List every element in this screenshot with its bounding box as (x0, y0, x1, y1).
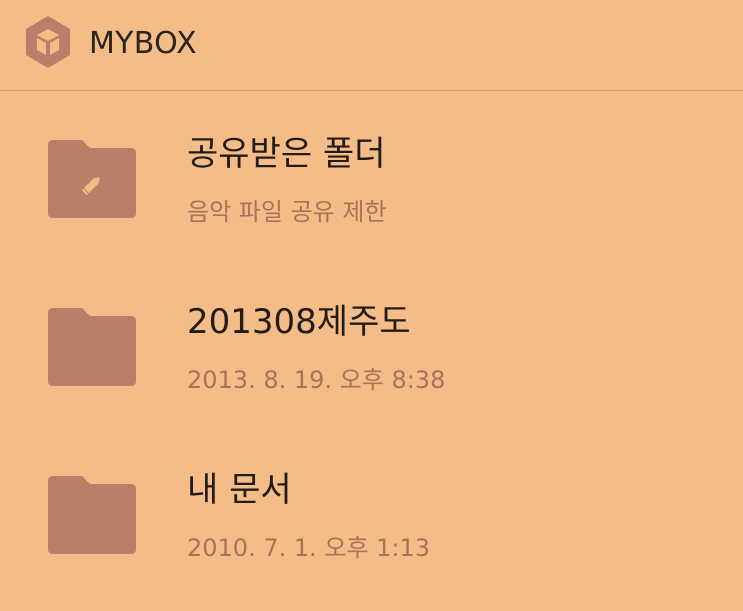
app-header: MYBOX (0, 0, 743, 91)
app-title: MYBOX (89, 26, 198, 61)
folder-item-201308[interactable]: 201308제주도 2013. 8. 19. 오후 8:38 (0, 260, 743, 428)
shared-folder-pencil-icon (48, 140, 136, 218)
folder-detail: 2010. 7. 1. 오후 1:13 (187, 534, 431, 562)
folder-item-my-documents[interactable]: 내 문서 2010. 7. 1. 오후 1:13 (0, 428, 743, 596)
folder-icon (48, 308, 136, 386)
folder-list: 공유받은 폴더 음악 파일 공유 제한 201308제주도 2013. 8. 1… (0, 92, 743, 596)
cube-hexagon-icon[interactable] (24, 15, 72, 69)
folder-icon (48, 476, 136, 554)
folder-detail: 2013. 8. 19. 오후 8:38 (187, 366, 446, 394)
folder-name: 201308제주도 (187, 302, 411, 342)
folder-item-shared[interactable]: 공유받은 폴더 음악 파일 공유 제한 (0, 92, 743, 260)
folder-name: 공유받은 폴더 (187, 134, 386, 174)
folder-detail: 음악 파일 공유 제한 (187, 198, 387, 226)
folder-name: 내 문서 (187, 470, 292, 510)
